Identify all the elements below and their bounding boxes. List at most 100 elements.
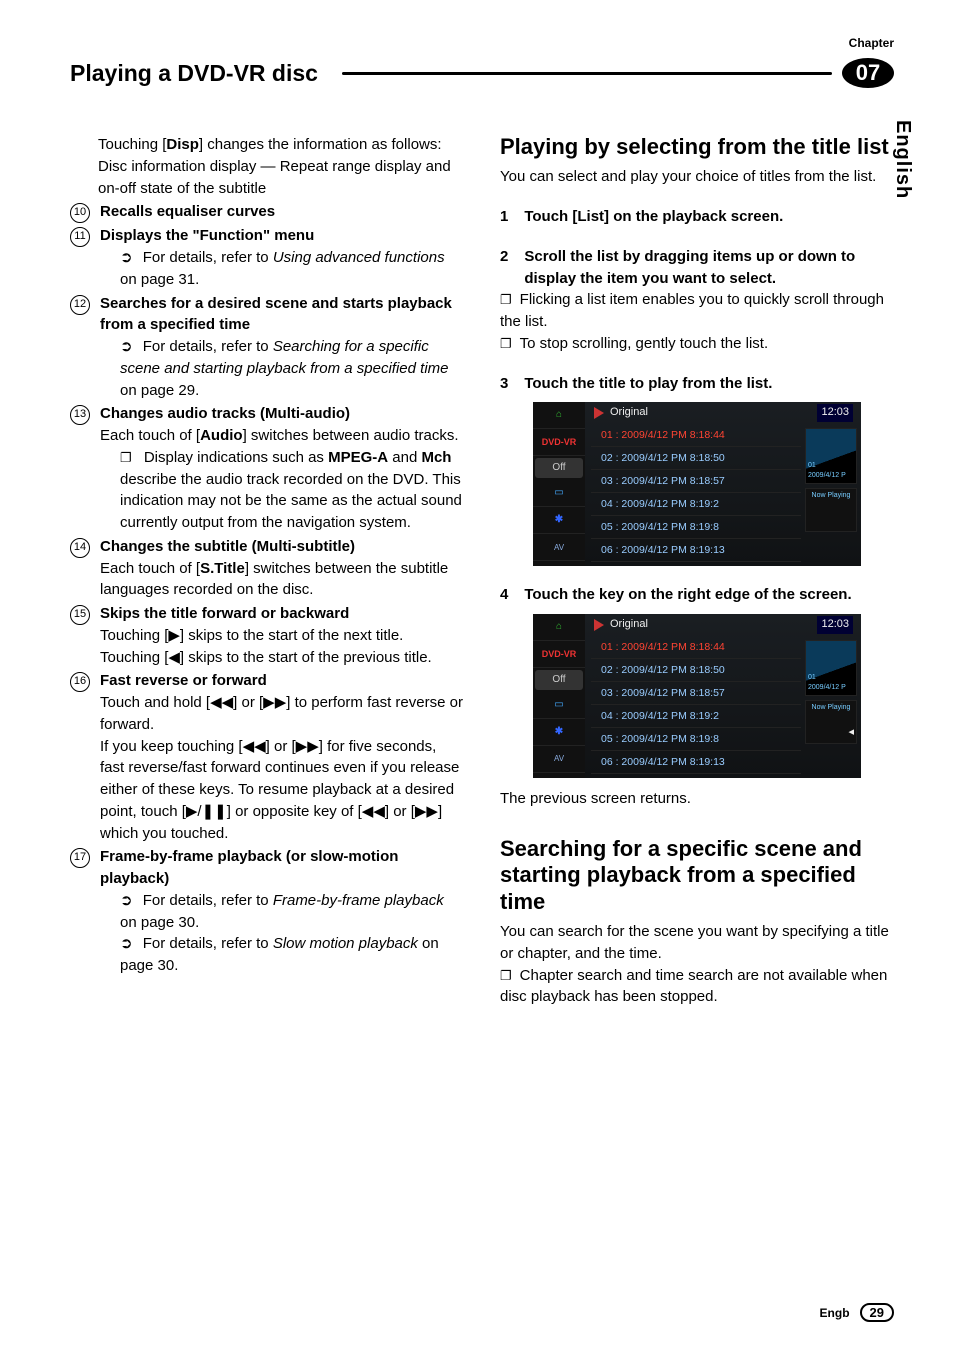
step-text: Touch [List] on the playback screen.	[524, 206, 783, 228]
circled-number-icon: 11	[70, 227, 90, 247]
step-number: 4	[500, 584, 508, 606]
t: Frame-by-frame playback	[273, 892, 444, 909]
note-bullet: Chapter search and time search are not a…	[500, 965, 894, 1009]
step-number: 1	[500, 206, 508, 228]
ss-list[interactable]: 01 : 2009/4/12 PM 8:18:44 02 : 2009/4/12…	[591, 424, 801, 562]
intro-text: Touching [Disp] changes the information …	[98, 134, 464, 156]
t: describe the audio track recorded on the…	[120, 471, 462, 532]
lang-code: Engb	[820, 1306, 850, 1320]
footer: Engb 29	[820, 1303, 894, 1322]
list-item: 15 Skips the title forward or backward T…	[70, 603, 464, 668]
circled-number-icon: 17	[70, 848, 90, 868]
list-item[interactable]: 06 : 2009/4/12 PM 8:19:13	[591, 539, 801, 562]
list-item[interactable]: 02 : 2009/4/12 PM 8:18:50	[591, 659, 801, 682]
av-icon[interactable]: AV	[533, 746, 585, 773]
step-1: 1 Touch [List] on the playback screen.	[500, 206, 894, 228]
t: MPEG-A	[328, 449, 388, 466]
play-arrow-icon	[594, 619, 604, 631]
play-arrow-icon	[594, 407, 604, 419]
list-item[interactable]: 01 : 2009/4/12 PM 8:18:44	[591, 636, 801, 659]
t: Slow motion playback	[273, 935, 418, 952]
detail-link: For details, refer to Frame-by-frame pla…	[120, 890, 464, 934]
breadcrumb[interactable]: Original	[593, 617, 648, 633]
bluetooth-icon[interactable]: ✱	[533, 719, 585, 746]
list-item[interactable]: 05 : 2009/4/12 PM 8:19:8	[591, 728, 801, 751]
off-button[interactable]: Off	[535, 458, 583, 478]
note-bullet: Display indications such as MPEG-A and M…	[120, 447, 464, 534]
item-title: Skips the title forward or backward	[100, 605, 349, 622]
ipod-icon[interactable]: ▭	[533, 692, 585, 719]
list-item[interactable]: 02 : 2009/4/12 PM 8:18:50	[591, 447, 801, 470]
item-title: Frame-by-frame playback (or slow-motion …	[100, 848, 398, 887]
home-icon[interactable]: ⌂	[533, 614, 585, 641]
t: Original	[610, 405, 648, 421]
step-text: Touch the key on the right edge of the s…	[524, 584, 851, 606]
paragraph: You can select and play your choice of t…	[500, 166, 894, 188]
t: Touch and hold [◀◀] or [▶▶] to perform f…	[100, 694, 463, 733]
right-column: Playing by selecting from the title list…	[500, 134, 894, 1008]
step-number: 2	[500, 246, 508, 290]
t: Mch	[421, 449, 451, 466]
paragraph: You can search for the scene you want by…	[500, 921, 894, 965]
thumbnail[interactable]: 01 2009/4/12 P	[805, 640, 857, 696]
t: For details, refer to	[143, 249, 273, 266]
circled-number-icon: 15	[70, 605, 90, 625]
list-item: 12 Searches for a desired scene and star…	[70, 293, 464, 402]
t: and	[388, 449, 421, 466]
ipod-icon[interactable]: ▭	[533, 480, 585, 507]
note-bullet: To stop scrolling, gently touch the list…	[500, 333, 894, 355]
av-icon[interactable]: AV	[533, 534, 585, 561]
list-item[interactable]: 03 : 2009/4/12 PM 8:18:57	[591, 470, 801, 493]
list-item[interactable]: 01 : 2009/4/12 PM 8:18:44	[591, 424, 801, 447]
heading-search-scene: Searching for a specific scene and start…	[500, 836, 894, 915]
step-4: 4 Touch the key on the right edge of the …	[500, 584, 894, 606]
t: Display indications such as	[144, 449, 328, 466]
list-item[interactable]: 06 : 2009/4/12 PM 8:19:13	[591, 751, 801, 774]
breadcrumb[interactable]: Original	[593, 405, 648, 421]
t: 01	[808, 461, 816, 471]
now-playing-tile[interactable]: Now Playing	[805, 488, 857, 532]
t: Audio	[200, 427, 243, 444]
circled-number-icon: 12	[70, 295, 90, 315]
detail-link: For details, refer to Slow motion playba…	[120, 933, 464, 977]
close-panel-button[interactable]: Now Playing	[805, 700, 857, 744]
t: 2009/4/12 P	[808, 471, 846, 481]
language-tab: English	[891, 120, 914, 199]
t: S.Title	[200, 560, 245, 577]
list-item: 14 Changes the subtitle (Multi-subtitle)…	[70, 536, 464, 601]
t: ] switches between audio tracks.	[243, 427, 459, 444]
ss-sidebar: ⌂ DVD-VR Off ▭ ✱ AV	[533, 402, 585, 566]
list-item: 11 Displays the "Function" menu For deta…	[70, 225, 464, 290]
item-title: Displays the "Function" menu	[100, 227, 314, 244]
t: Touching [▶] skips to the start of the n…	[100, 627, 432, 666]
t: 2009/4/12 P	[808, 683, 846, 693]
list-item[interactable]: 03 : 2009/4/12 PM 8:18:57	[591, 682, 801, 705]
ss-right-panel: 01 2009/4/12 P Now Playing	[805, 640, 857, 744]
item-title: Searches for a desired scene and starts …	[100, 295, 452, 334]
ss-sidebar: ⌂ DVD-VR Off ▭ ✱ AV	[533, 614, 585, 778]
list-item[interactable]: 04 : 2009/4/12 PM 8:19:2	[591, 493, 801, 516]
t: Using advanced functions	[273, 249, 445, 266]
paragraph: The previous screen returns.	[500, 788, 894, 810]
thumbnail[interactable]: 01 2009/4/12 P	[805, 428, 857, 484]
ss-list[interactable]: 01 : 2009/4/12 PM 8:18:44 02 : 2009/4/12…	[591, 636, 801, 774]
list-item[interactable]: 05 : 2009/4/12 PM 8:19:8	[591, 516, 801, 539]
t: Touching [	[98, 136, 166, 153]
t: 01	[808, 673, 816, 683]
circled-number-icon: 13	[70, 405, 90, 425]
step-number: 3	[500, 373, 508, 395]
home-icon[interactable]: ⌂	[533, 402, 585, 429]
heading-title-list: Playing by selecting from the title list	[500, 134, 894, 160]
page-number: 29	[860, 1303, 894, 1322]
t: on page 30.	[120, 914, 199, 931]
t: For details, refer to	[143, 338, 273, 355]
off-button[interactable]: Off	[535, 670, 583, 690]
bluetooth-icon[interactable]: ✱	[533, 507, 585, 534]
item-title: Changes the subtitle (Multi-subtitle)	[100, 538, 355, 555]
t: Disp	[166, 136, 199, 153]
section-title: Playing a DVD-VR disc	[70, 60, 328, 87]
screenshot-title-list-close: ⌂ DVD-VR Off ▭ ✱ AV Original 12:03 01 : …	[533, 614, 861, 778]
list-item[interactable]: 04 : 2009/4/12 PM 8:19:2	[591, 705, 801, 728]
t: Original	[610, 617, 648, 633]
step-text: Scroll the list by dragging items up or …	[524, 246, 894, 290]
